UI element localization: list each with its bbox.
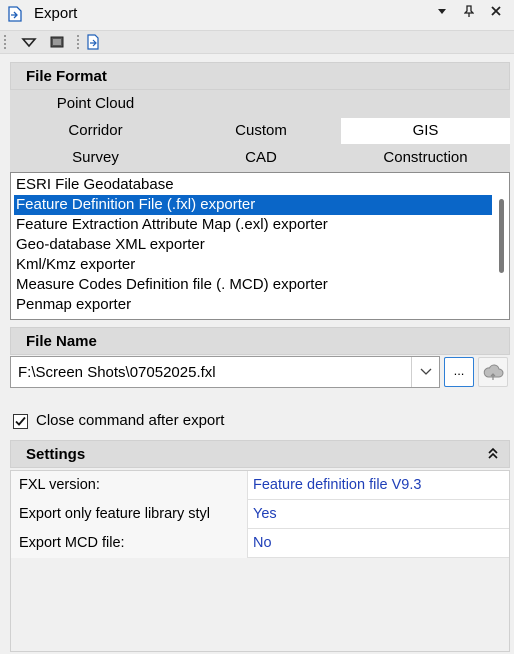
- setting-key: Export only feature library styl: [11, 500, 248, 529]
- menu-dropdown-icon[interactable]: [20, 34, 38, 50]
- file-name-row: F:\Screen Shots\07052025.fxl ...: [10, 356, 510, 390]
- chevron-down-icon: [420, 368, 432, 375]
- exporter-list[interactable]: ESRI File Geodatabase Feature Definition…: [10, 172, 510, 320]
- list-item[interactable]: Geo-database XML exporter: [14, 235, 492, 255]
- window-menu-dropdown-icon[interactable]: [434, 5, 450, 21]
- list-item[interactable]: Measure Codes Definition file (. MCD) ex…: [14, 275, 492, 295]
- file-format-tabs: Point Cloud Corridor Custom GIS Survey C…: [10, 90, 510, 172]
- settings-row-fxl-version[interactable]: FXL version: Feature definition file V9.…: [11, 471, 509, 500]
- vertical-scrollbar[interactable]: [494, 175, 508, 317]
- file-name-title: File Name: [26, 333, 97, 350]
- file-name-combobox[interactable]: F:\Screen Shots\07052025.fxl: [10, 356, 440, 388]
- toolbar: [0, 30, 514, 54]
- settings-row-export-only-feature-library[interactable]: Export only feature library styl Yes: [11, 500, 509, 529]
- list-item-selected[interactable]: Feature Definition File (.fxl) exporter: [14, 195, 492, 215]
- cloud-icon: [483, 364, 504, 380]
- title-bar: Export: [0, 0, 514, 28]
- setting-value[interactable]: No: [253, 529, 272, 558]
- tab-point-cloud[interactable]: Point Cloud: [10, 91, 181, 117]
- setting-key: FXL version:: [11, 471, 248, 500]
- tab-corridor[interactable]: Corridor: [10, 118, 181, 144]
- file-format-title: File Format: [26, 68, 107, 85]
- window-title: Export: [34, 5, 78, 22]
- export-icon[interactable]: [84, 34, 102, 50]
- close-after-export-checkbox[interactable]: [13, 414, 28, 429]
- checkmark-icon: [15, 416, 26, 426]
- settings-panel-empty-area: [10, 558, 510, 652]
- file-name-header: File Name: [10, 327, 510, 355]
- list-item[interactable]: Feature Extraction Attribute Map (.exl) …: [14, 215, 492, 235]
- list-item[interactable]: ESRI File Geodatabase: [14, 175, 492, 195]
- setting-value[interactable]: Feature definition file V9.3: [253, 471, 421, 500]
- tab-cad[interactable]: CAD: [181, 145, 341, 171]
- close-icon[interactable]: [488, 5, 504, 21]
- tab-gis[interactable]: GIS: [341, 118, 510, 144]
- monitor-icon[interactable]: [48, 34, 66, 50]
- close-after-export-label[interactable]: Close command after export: [36, 412, 224, 429]
- export-app-icon: [8, 6, 22, 22]
- tab-survey[interactable]: Survey: [10, 145, 181, 171]
- file-format-header: File Format: [10, 62, 510, 90]
- browse-button[interactable]: ...: [444, 357, 474, 387]
- tab-construction[interactable]: Construction: [341, 145, 510, 171]
- scrollbar-thumb[interactable]: [499, 199, 504, 273]
- collapse-icon[interactable]: [487, 445, 499, 465]
- tab-custom[interactable]: Custom: [181, 118, 341, 144]
- file-name-dropdown-button[interactable]: [411, 357, 439, 387]
- settings-table: FXL version: Feature definition file V9.…: [10, 470, 510, 558]
- pin-icon[interactable]: [461, 5, 477, 21]
- list-item[interactable]: Kml/Kmz exporter: [14, 255, 492, 275]
- cloud-upload-button[interactable]: [478, 357, 508, 387]
- file-name-value[interactable]: F:\Screen Shots\07052025.fxl: [18, 364, 216, 381]
- list-item[interactable]: Penmap exporter: [14, 295, 492, 315]
- toolbar-separator: [77, 35, 79, 49]
- settings-title: Settings: [26, 446, 86, 463]
- settings-header[interactable]: Settings: [10, 440, 510, 468]
- setting-value[interactable]: Yes: [253, 500, 277, 529]
- settings-row-export-mcd-file[interactable]: Export MCD file: No: [11, 529, 509, 558]
- setting-key: Export MCD file:: [11, 529, 248, 558]
- toolbar-grip[interactable]: [4, 35, 7, 49]
